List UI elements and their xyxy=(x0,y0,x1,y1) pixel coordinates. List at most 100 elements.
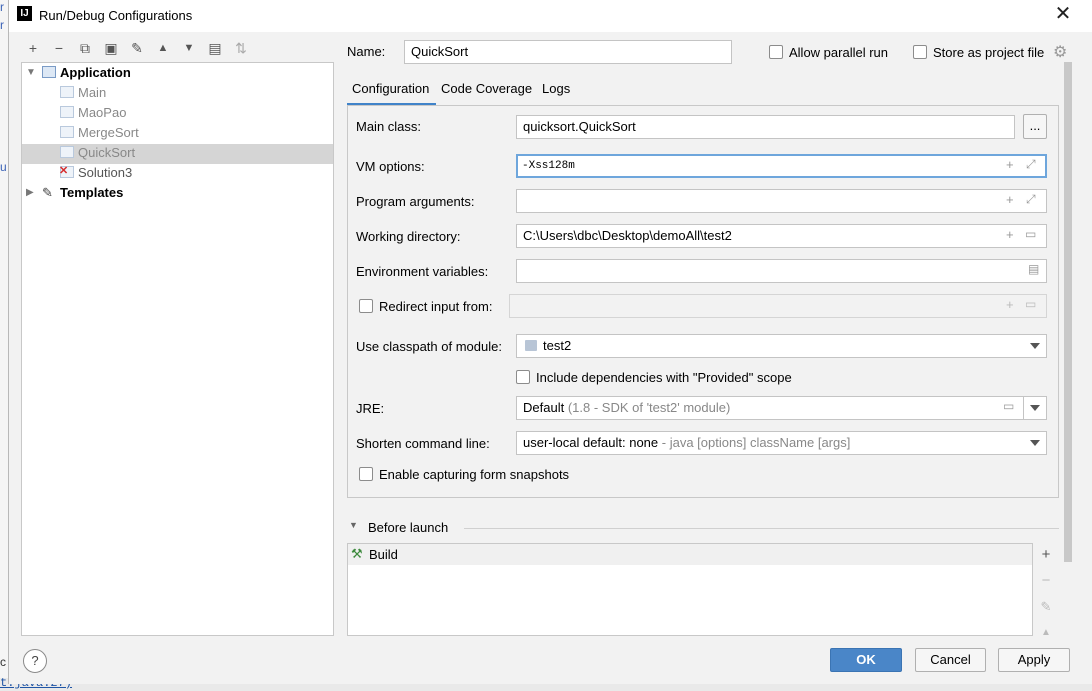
redirect-input-checkbox[interactable] xyxy=(359,299,373,313)
enable-snapshots-label: Enable capturing form snapshots xyxy=(379,467,570,482)
gear-icon[interactable]: ⚙ xyxy=(1053,42,1067,62)
chevron-down-icon[interactable] xyxy=(1030,343,1040,349)
remove-icon[interactable]: − xyxy=(49,38,69,58)
jre-value: Default xyxy=(523,400,565,415)
tree-node-quicksort[interactable]: QuickSort xyxy=(60,143,135,163)
configurations-tree: ▼ Application Main MaoPao MergeSort Quic… xyxy=(21,62,334,636)
folder-icon[interactable]: ▭ xyxy=(1025,227,1036,241)
jre-label: JRE: xyxy=(356,401,385,416)
main-class-input[interactable]: quicksort.QuickSort xyxy=(516,115,1015,139)
move-down-icon[interactable]: ▼ xyxy=(179,38,199,58)
tree-node-templates[interactable]: ✎ Templates xyxy=(42,183,123,203)
config-icon xyxy=(60,106,74,118)
ok-button[interactable]: OK xyxy=(830,648,902,672)
working-directory-label: Working directory: xyxy=(356,229,461,244)
redirect-input-field[interactable] xyxy=(509,294,1047,318)
tree-node-label: QuickSort xyxy=(78,145,136,160)
enable-snapshots-checkbox[interactable] xyxy=(359,467,373,481)
name-label: Name: xyxy=(347,44,386,59)
working-directory-input[interactable]: C:\Users\dbc\Desktop\demoAll\test2 xyxy=(516,224,1047,248)
config-icon xyxy=(60,86,74,98)
tree-node-label: Application xyxy=(60,65,131,80)
add-icon[interactable]: + xyxy=(1006,192,1014,207)
wrench-icon[interactable]: ✎ xyxy=(127,38,147,58)
collapse-arrow-icon[interactable]: ▶ xyxy=(26,187,34,198)
bg-char: c xyxy=(0,655,6,669)
include-dependencies-checkbox[interactable] xyxy=(516,370,530,384)
separator xyxy=(464,528,1059,529)
tree-node-label: Templates xyxy=(60,185,124,200)
add-icon[interactable]: + xyxy=(1006,227,1014,242)
tree-node-application[interactable]: Application xyxy=(42,63,131,83)
tree-node-label: MaoPao xyxy=(78,105,127,120)
tree-node-solution3[interactable]: ✕ Solution3 xyxy=(59,163,133,183)
close-icon[interactable]: ✕ xyxy=(1053,4,1073,24)
jre-hint: (1.8 - SDK of 'test2' module) xyxy=(567,400,731,415)
program-arguments-label: Program arguments: xyxy=(356,194,475,209)
before-launch-list: ⚒ Build xyxy=(347,543,1033,636)
tree-node-label: Solution3 xyxy=(78,165,133,180)
environment-variables-input[interactable] xyxy=(516,259,1047,283)
bg-char: r xyxy=(0,0,4,14)
move-up-icon[interactable]: ▲ xyxy=(153,38,173,58)
main-class-label: Main class: xyxy=(356,119,422,134)
move-up-icon[interactable]: ▲ xyxy=(1037,624,1055,636)
jre-select[interactable]: Default (1.8 - SDK of 'test2' module) xyxy=(516,396,1024,420)
shorten-command-hint: - java [options] className [args] xyxy=(661,435,851,450)
module-folder-icon xyxy=(525,340,537,351)
tab-logs[interactable]: Logs xyxy=(542,78,570,106)
save-icon[interactable]: ▣ xyxy=(101,38,121,58)
store-project-checkbox[interactable] xyxy=(913,45,927,59)
background-ide-strip: r r u c xyxy=(0,0,8,691)
tree-node-label: Main xyxy=(78,85,107,100)
title-bar: IJ Run/Debug Configurations ✕ xyxy=(9,0,1092,32)
config-icon xyxy=(60,146,74,158)
apply-button[interactable]: Apply xyxy=(998,648,1070,672)
name-input[interactable]: QuickSort xyxy=(404,40,732,64)
program-arguments-input[interactable] xyxy=(516,189,1047,213)
chevron-down-icon[interactable] xyxy=(1030,440,1040,446)
remove-icon[interactable]: − xyxy=(1037,572,1055,590)
tab-configuration[interactable]: Configuration xyxy=(347,78,436,106)
expand-arrow-icon[interactable]: ▼ xyxy=(26,67,36,78)
expand-icon[interactable]: ⤢ xyxy=(1026,192,1036,207)
error-config-icon: ✕ xyxy=(59,165,74,178)
shorten-command-label: Shorten command line: xyxy=(356,436,490,451)
expand-icon[interactable]: ⤢ xyxy=(1026,157,1036,172)
bg-char: r xyxy=(0,18,4,32)
add-icon[interactable]: + xyxy=(23,38,43,58)
add-icon[interactable]: + xyxy=(1037,546,1055,564)
classpath-module-label: Use classpath of module: xyxy=(356,339,502,354)
shorten-command-select[interactable]: user-local default: none - java [options… xyxy=(516,431,1047,455)
include-dependencies-label: Include dependencies with "Provided" sco… xyxy=(536,370,792,385)
chevron-down-icon[interactable] xyxy=(1030,405,1040,411)
folder-icon[interactable]: ▭ xyxy=(1003,399,1014,413)
store-project-label: Store as project file xyxy=(933,45,1045,60)
config-icon xyxy=(60,126,74,138)
tree-node-maopao[interactable]: MaoPao xyxy=(60,103,126,123)
help-button[interactable]: ? xyxy=(23,649,47,673)
cancel-button[interactable]: Cancel xyxy=(915,648,986,672)
collapse-arrow-icon[interactable]: ▼ xyxy=(349,520,358,530)
sort-icon[interactable]: ⇅ xyxy=(231,38,251,58)
folder-icon[interactable]: ▭ xyxy=(1025,297,1036,311)
tab-code-coverage[interactable]: Code Coverage xyxy=(441,78,532,106)
list-item[interactable]: ⚒ Build xyxy=(348,544,1032,565)
vm-options-input[interactable]: -Xss128m xyxy=(516,154,1047,178)
window-title: Run/Debug Configurations xyxy=(39,8,193,23)
before-launch-header[interactable]: ▼ Before launch xyxy=(349,519,1059,537)
copy-icon[interactable]: ⧉ xyxy=(75,38,95,58)
edit-icon[interactable]: ✎ xyxy=(1037,598,1055,616)
tree-node-mergesort[interactable]: MergeSort xyxy=(60,123,139,143)
vm-options-label: VM options: xyxy=(356,159,425,174)
tree-node-main[interactable]: Main xyxy=(60,83,106,103)
document-icon[interactable]: ▤ xyxy=(1028,262,1039,276)
intellij-app-icon: IJ xyxy=(17,6,32,21)
add-icon[interactable]: + xyxy=(1006,157,1014,172)
allow-parallel-checkbox[interactable] xyxy=(769,45,783,59)
folder-icon[interactable]: ▤ xyxy=(205,38,225,58)
classpath-module-select[interactable]: test2 xyxy=(516,334,1047,358)
add-icon[interactable]: + xyxy=(1006,297,1014,312)
browse-main-class-button[interactable]: ... xyxy=(1023,114,1047,139)
scrollbar[interactable] xyxy=(1064,62,1072,562)
